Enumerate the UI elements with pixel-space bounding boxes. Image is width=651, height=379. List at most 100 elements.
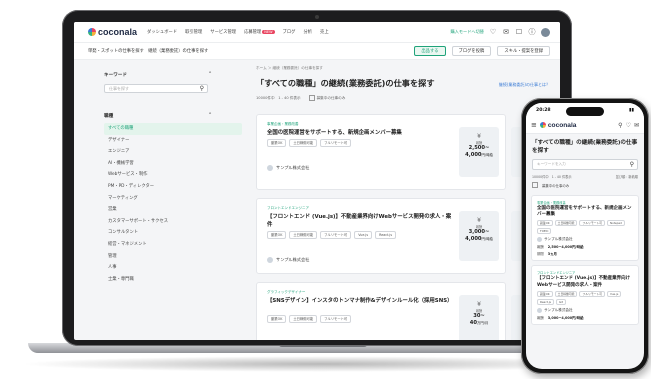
breadcrumb[interactable]: ホーム ＞ 継続（業務委託）の仕事を探す [256, 66, 556, 71]
category-item[interactable]: 士業・専門職 [104, 274, 242, 286]
price-value: 2,500~ [468, 145, 490, 151]
laptop-screen: coconala ダッシュボード 取引管理 サービス管理 応募管理 NEW ブログ… [74, 22, 560, 340]
job-card[interactable]: グラフィックデザイナー【SNSデザイン】インスタのトンマナ制作&デザインルール化… [256, 282, 551, 340]
job-tag: 土日稼働可能 [554, 220, 578, 227]
bell-icon[interactable]: ♡ [489, 28, 497, 36]
job-tag: フルリモート可 [320, 315, 352, 323]
keyword-heading-label: キーワード [104, 73, 127, 78]
company-name[interactable]: サンプル株式会社 [537, 237, 633, 243]
logo[interactable]: coconala [88, 27, 137, 37]
mail-icon[interactable]: ✉ [502, 28, 510, 36]
job-tag: 土日稼働可能 [554, 290, 578, 297]
job-card[interactable]: フロントエンドエンジニア 【フロントエンド (Vue.js)】不動産業界向けWeb… [531, 265, 639, 325]
sort-select[interactable]: 並び順：新着順 [616, 174, 638, 179]
job-tag: React.js [537, 298, 555, 305]
battery-icon: ▮▮ [628, 107, 634, 113]
category-item[interactable]: AI・機械学習 [104, 158, 242, 170]
price-value-max-number: 40 [469, 320, 477, 326]
category-item[interactable]: 経営・マネジメント [104, 239, 242, 251]
buy-mode-toggle[interactable]: 購入モードへ切替 [450, 29, 484, 35]
search-icon[interactable]: ⚲ [630, 161, 634, 168]
job-category: フロントエンドエンジニア [537, 271, 576, 276]
nav-services[interactable]: サービス管理 [210, 29, 236, 35]
nav-dashboard[interactable]: ダッシュボード [147, 29, 177, 35]
price-value-max-number: 4,000 [465, 236, 482, 242]
job-title[interactable]: 全国の医院運営をサポートする、新規企画メンバー募集 [537, 206, 633, 218]
company-name-text: サンプル株式会社 [276, 165, 310, 170]
mobile-header: ≡ coconala ⚲ ♡ ✉ [526, 117, 644, 134]
recruiting-only-checkbox[interactable]: 募集中の仕事のみ [308, 95, 345, 101]
category-item[interactable]: 人事 [104, 262, 242, 274]
info-link[interactable]: 継続(業務委託)の仕事とは？ [499, 82, 550, 88]
camera [315, 15, 319, 19]
post-blog-button[interactable]: ブログを投稿 [451, 46, 492, 56]
keyword-heading[interactable]: キーワード ⌃ [104, 72, 242, 78]
job-category: グラフィックデザイナー [267, 290, 306, 294]
job-title[interactable]: 【フロントエンド (Vue.js)】不動産業界向けWebサービス開発の求人・案件 [267, 213, 453, 229]
company-name[interactable]: サンプル株式会社 [267, 257, 309, 263]
nav-applications[interactable]: 応募管理 NEW [244, 29, 275, 35]
category-item[interactable]: 管理 [104, 251, 242, 263]
company-name-text: サンプル株式会社 [544, 237, 573, 242]
job-category: 事業企画・業務改善 [537, 201, 566, 205]
publish-button[interactable]: 出品する [414, 46, 446, 56]
category-item[interactable]: デザイナー [104, 135, 242, 147]
category-item[interactable]: マーケティング [104, 193, 242, 205]
help-icon[interactable]: ⓘ [528, 28, 536, 36]
search-placeholder: キーワードを入力 [537, 162, 566, 166]
category-item[interactable]: すべての職種 [104, 123, 242, 135]
job-category: 事業企画・業務改善 [267, 122, 299, 126]
category-item[interactable]: PM・PD・ディレクター [104, 181, 242, 193]
laptop: coconala ダッシュボード 取引管理 サービス管理 応募管理 NEW ブログ… [62, 10, 572, 346]
keyword-search-input[interactable]: 仕事を探す ⚲ [104, 84, 208, 93]
price-value-max: 4,000円/時給 [459, 236, 499, 243]
job-title[interactable]: 全国の医院運営をサポートする、新規企画メンバー募集 [267, 129, 453, 137]
register-skills-button[interactable]: スキル・提案を登録 [497, 46, 550, 56]
sub-actions: 出品する ブログを投稿 スキル・提案を登録 [414, 46, 550, 56]
logo-text[interactable]: coconala [548, 122, 577, 129]
main-nav: ダッシュボード 取引管理 サービス管理 応募管理 NEW ブログ 分析 売上 [147, 29, 329, 35]
bell-icon[interactable]: ♡ [626, 122, 631, 129]
job-card[interactable]: 事業企画・業務改善 全国の医院運営をサポートする、新規企画メンバー募集 副業OK 土日… [531, 195, 639, 262]
category-item[interactable]: Webサービス・制作 [104, 169, 242, 181]
job-title[interactable]: 【フロントエンド (Vue.js)】不動産業界向けWebサービス開発の求人・案件 [537, 276, 633, 288]
hamburger-menu-icon[interactable]: ≡ [531, 121, 537, 129]
page-title: 「すべての職種」の継続(業務委託)の仕事を探す [532, 140, 638, 154]
job-tag: 副業OK [267, 231, 287, 239]
bookmark-icon[interactable]: ☐ [515, 28, 523, 36]
category-item[interactable]: カスタマーサポート・サクセス [104, 216, 242, 228]
nav-transactions[interactable]: 取引管理 [185, 29, 202, 35]
recruiting-only-checkbox[interactable]: 募集中の仕事のみ [526, 179, 644, 191]
job-title[interactable]: 【SNSデザイン】インスタのトンマナ制作&デザインルール化（採用SNS） [267, 297, 453, 305]
avatar[interactable] [541, 27, 550, 37]
job-type-links[interactable]: 単発・スポットの仕事を探す 継続（業務委託）の仕事を探す [88, 48, 208, 54]
price-value: 2,500~4,000円/時給 [547, 245, 584, 250]
company-name-text: サンプル株式会社 [544, 307, 573, 312]
job-tag: 土日稼働可能 [289, 139, 318, 147]
nav-analytics[interactable]: 分析 [303, 29, 312, 35]
category-item[interactable]: 営業 [104, 204, 242, 216]
company-name-text: サンプル株式会社 [276, 257, 310, 262]
period-value: 3ヵ月 [547, 252, 557, 257]
company-name[interactable]: サンプル株式会社 [537, 307, 633, 313]
category-item[interactable]: エンジニア [104, 146, 242, 158]
mail-icon[interactable]: ✉ [634, 122, 639, 129]
result-meta: 10000件中 1 - 40 件表示 募集中の仕事のみ [256, 95, 556, 101]
job-tag: 副業OK [537, 290, 553, 297]
price-unit: 円/時給 [481, 153, 493, 157]
price-value: 30~ [473, 313, 485, 319]
nav-sales[interactable]: 売上 [320, 29, 329, 35]
job-card[interactable]: フロントエンドエンジニア 【フロントエンド (Vue.js)】不動産業界向けWeb… [256, 198, 551, 274]
category-item[interactable]: コンサルタント [104, 227, 242, 239]
search-icon[interactable]: ⚲ [618, 122, 622, 129]
nav-blog[interactable]: ブログ [283, 29, 296, 35]
company-name[interactable]: サンプル株式会社 [267, 165, 309, 171]
keyword-search-input[interactable]: キーワードを入力 ⚲ [532, 159, 638, 170]
job-card[interactable]: 事業企画・業務改善 全国の医院運営をサポートする、新規企画メンバー募集 副業OK 土日… [256, 114, 551, 190]
mobile-header-icons: ⚲ ♡ ✉ [618, 122, 639, 129]
company-logo-icon [267, 257, 273, 263]
search-icon[interactable]: ⚲ [200, 85, 204, 93]
price-row: 報酬 2,500~4,000円/時給 [537, 244, 633, 249]
top-right-actions: 購入モードへ切替 ♡ ✉ ☐ ⓘ [450, 27, 550, 37]
category-heading[interactable]: 職種 ⌃ [104, 113, 242, 119]
